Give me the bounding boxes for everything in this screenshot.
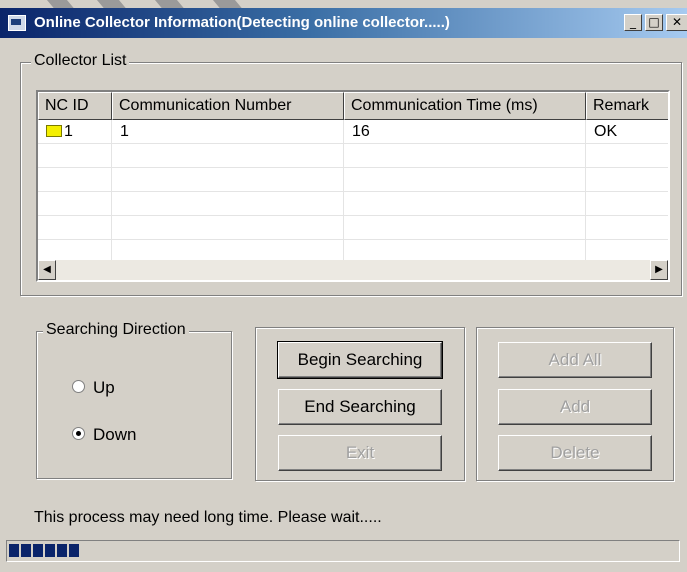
comm-number-cell: 1 — [112, 120, 344, 144]
table-row[interactable]: 1 1 16 OK — [38, 120, 668, 144]
table-row — [38, 168, 668, 192]
radio-up[interactable]: Up — [72, 378, 115, 398]
remark-cell: OK — [586, 120, 668, 144]
progress-block — [45, 544, 55, 557]
radio-down[interactable]: Down — [72, 425, 136, 445]
horizontal-scrollbar[interactable]: ◀ ▶ — [38, 260, 668, 280]
end-searching-button[interactable]: End Searching — [278, 389, 442, 425]
list-header: NC ID Communication Number Communication… — [38, 92, 668, 120]
maximize-button[interactable]: □ — [645, 14, 663, 31]
radio-up-label: Up — [93, 378, 115, 397]
progress-block — [21, 544, 31, 557]
collector-icon — [46, 124, 62, 137]
exit-button[interactable]: Exit — [278, 435, 442, 471]
progress-block — [57, 544, 67, 557]
radio-up-indicator[interactable] — [72, 380, 85, 394]
progress-fill — [9, 544, 81, 558]
progress-block — [69, 544, 79, 557]
arrow-right-icon: ▶ — [655, 264, 663, 275]
progress-block — [9, 544, 19, 557]
app-icon — [8, 15, 26, 31]
column-header-communication-number[interactable]: Communication Number — [112, 92, 344, 120]
nc-id-value: 1 — [64, 123, 73, 140]
comm-time-cell: 16 — [344, 120, 586, 144]
column-header-nc-id[interactable]: NC ID — [38, 92, 112, 120]
collector-window: Online Collector Information(Detecting o… — [0, 0, 687, 572]
add-button[interactable]: Add — [498, 389, 652, 425]
nc-id-cell: 1 — [38, 120, 112, 144]
table-row — [38, 144, 668, 168]
begin-searching-button[interactable]: Begin Searching — [277, 341, 443, 379]
delete-button[interactable]: Delete — [498, 435, 652, 471]
status-message: This process may need long time. Please … — [34, 509, 382, 526]
radio-down-label: Down — [93, 425, 137, 444]
window-title: Online Collector Information(Detecting o… — [34, 14, 450, 31]
progress-bar — [6, 540, 680, 562]
collector-list-view[interactable]: NC ID Communication Number Communication… — [36, 90, 670, 282]
searching-direction-group: Searching Direction — [36, 321, 232, 479]
minimize-button[interactable]: _ — [624, 14, 642, 31]
progress-block — [33, 544, 43, 557]
add-all-button[interactable]: Add All — [498, 342, 652, 378]
scroll-left-button[interactable]: ◀ — [38, 260, 56, 280]
arrow-left-icon: ◀ — [43, 264, 51, 275]
title-bar[interactable]: Online Collector Information(Detecting o… — [0, 8, 687, 38]
close-icon: ✕ — [671, 15, 683, 29]
scroll-right-button[interactable]: ▶ — [650, 260, 668, 280]
table-row — [38, 216, 668, 240]
column-header-remark[interactable]: Remark — [586, 92, 668, 120]
radio-down-indicator[interactable] — [72, 427, 85, 441]
close-button[interactable]: ✕ — [666, 14, 687, 31]
table-row — [38, 192, 668, 216]
searching-direction-label: Searching Direction — [43, 321, 189, 339]
column-header-communication-time[interactable]: Communication Time (ms) — [344, 92, 586, 120]
collector-list-label: Collector List — [31, 52, 130, 70]
